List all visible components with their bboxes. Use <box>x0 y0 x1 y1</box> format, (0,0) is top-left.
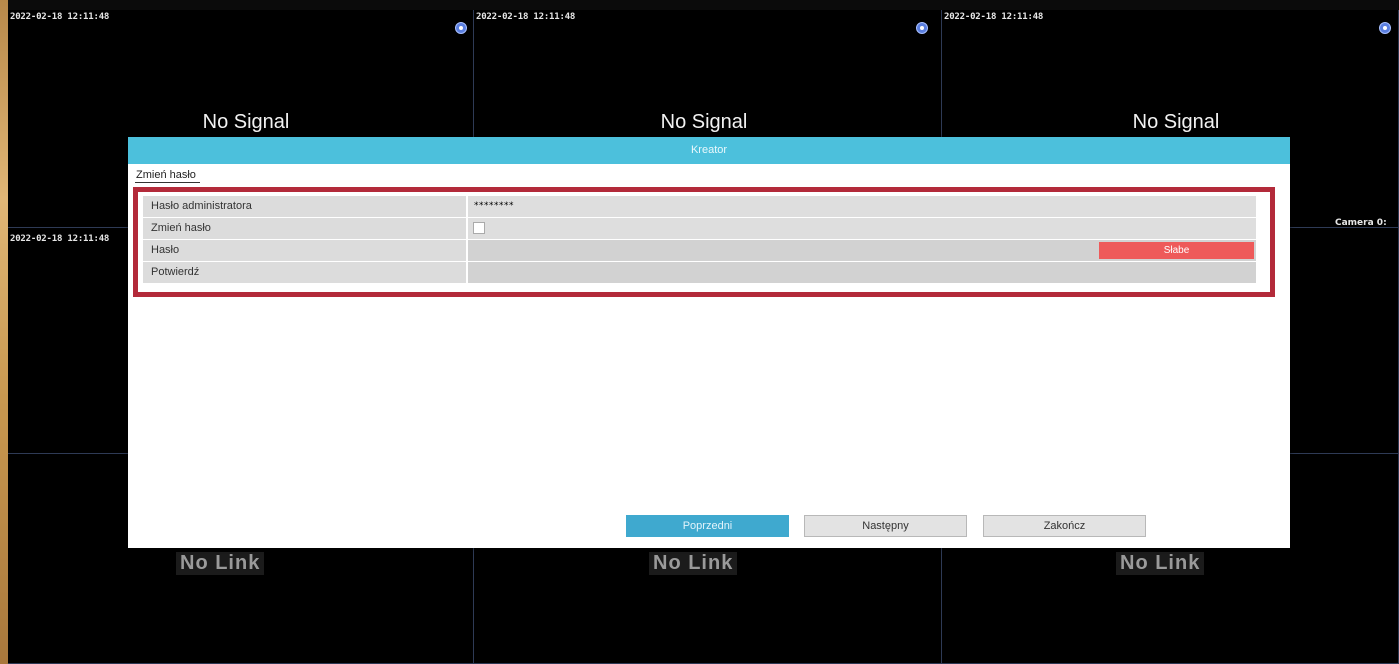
change-password-cell <box>468 218 1256 239</box>
next-button[interactable]: Następny <box>804 515 967 537</box>
wizard-dialog: Kreator Zmień hasło Hasło administratora… <box>128 137 1290 548</box>
form-row-password: Hasło Słabe <box>143 240 1256 262</box>
form-row-admin-password: Hasło administratora ******** <box>143 196 1256 218</box>
finish-button[interactable]: Zakończ <box>983 515 1146 537</box>
timestamp: 2022-02-18 12:11:48 <box>10 12 110 22</box>
form-row-change-password: Zmień hasło <box>143 218 1256 240</box>
no-signal-label: No Signal <box>1132 111 1220 133</box>
password-strength-badge: Słabe <box>1099 242 1254 259</box>
form-row-confirm: Potwierdź <box>143 262 1256 284</box>
previous-button[interactable]: Poprzedni <box>626 515 789 537</box>
timestamp: 2022-02-18 12:11:48 <box>476 12 576 22</box>
no-link-label: No Link <box>649 552 738 575</box>
password-field[interactable]: Słabe <box>468 240 1256 261</box>
admin-password-field[interactable]: ******** <box>468 196 1256 217</box>
no-link-label: No Link <box>176 552 265 575</box>
change-password-label: Zmień hasło <box>143 218 468 239</box>
camera-status-icon <box>1379 22 1391 34</box>
no-link-label: No Link <box>1116 552 1205 575</box>
confirm-password-field[interactable] <box>468 262 1256 283</box>
password-form: Hasło administratora ******** Zmień hasł… <box>143 196 1256 284</box>
top-strip <box>0 0 1399 10</box>
dialog-title: Kreator <box>128 137 1290 164</box>
confirm-label: Potwierdź <box>143 262 468 283</box>
no-signal-label: No Signal <box>660 111 748 133</box>
no-signal-label: No Signal <box>202 111 290 133</box>
timestamp: 2022-02-18 12:11:48 <box>10 234 110 244</box>
change-password-checkbox[interactable] <box>473 222 485 234</box>
camera-status-icon <box>916 22 928 34</box>
camera-status-icon <box>455 22 467 34</box>
camera-name-label: Camera 0: <box>1335 218 1387 228</box>
monitor-bezel <box>0 0 8 664</box>
admin-password-label: Hasło administratora <box>143 196 468 217</box>
tab-change-password[interactable]: Zmień hasło <box>135 169 200 183</box>
timestamp: 2022-02-18 12:11:48 <box>944 12 1044 22</box>
password-label: Hasło <box>143 240 468 261</box>
